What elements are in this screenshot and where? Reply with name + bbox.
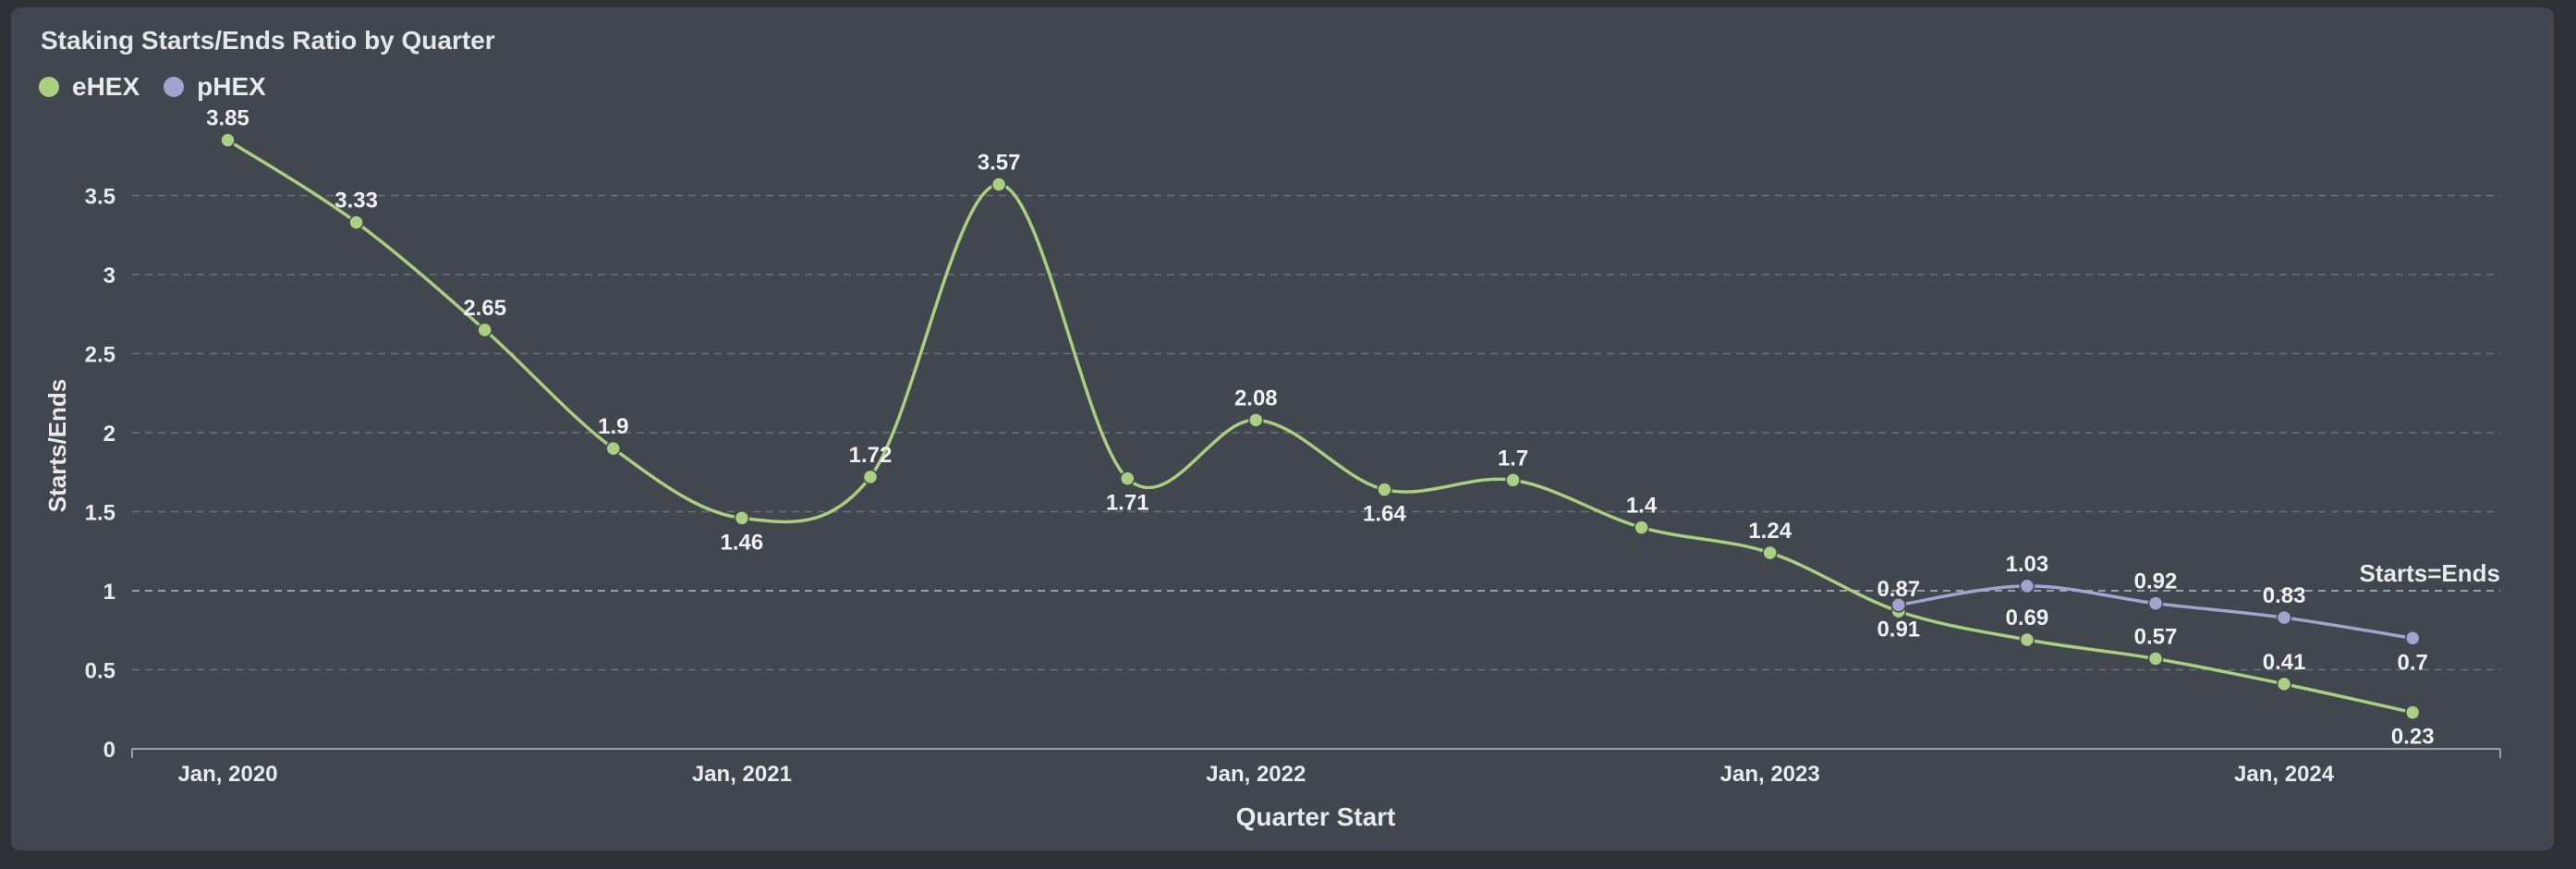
data-label-ehex: 1.72	[849, 443, 893, 468]
series-line-ehex	[226, 139, 2413, 715]
y-tick-label: 3	[103, 263, 115, 288]
data-label-ehex: 0.57	[2134, 625, 2178, 650]
x-tick-label: Jan, 2020	[177, 762, 277, 787]
y-tick-label: 2	[103, 422, 115, 447]
series-ehex: 3.85 3.33 2.65 1.9 1.46 1.72 3.57 1.71 2.08 1.64 1…	[206, 106, 2434, 750]
data-point-phex	[2276, 609, 2292, 626]
data-label-ehex: 1.9	[598, 414, 628, 439]
data-label-phex: 1.03	[2006, 552, 2049, 577]
data-label-ehex: 1.4	[1626, 494, 1658, 519]
data-label-ehex: 3.57	[978, 151, 1021, 176]
data-point-ehex	[2276, 676, 2292, 692]
data-point-ehex	[1119, 471, 1136, 486]
reference-line-label: Starts=Ends	[2360, 559, 2500, 587]
data-point-ehex	[348, 214, 364, 230]
data-label-ehex: 3.85	[206, 106, 249, 131]
data-point-ehex	[2404, 704, 2421, 720]
y-tick-label: 0.5	[85, 659, 115, 684]
x-tick-label: Jan, 2024	[2234, 762, 2335, 787]
x-tick-label: Jan, 2023	[1720, 762, 1820, 787]
data-label-phex: 0.92	[2134, 569, 2178, 594]
data-label-ehex: 1.7	[1498, 446, 1528, 471]
data-point-ehex	[1505, 472, 1521, 488]
data-point-ehex	[605, 440, 622, 457]
data-point-ehex	[1377, 482, 1392, 497]
data-point-ehex	[1634, 520, 1649, 535]
y-tick-label: 2.5	[85, 343, 115, 368]
data-point-ehex	[1248, 412, 1264, 428]
data-point-ehex	[990, 177, 1007, 192]
y-tick-label: 1	[103, 580, 115, 605]
data-point-ehex	[862, 469, 879, 485]
data-label-ehex: 1.24	[1748, 519, 1792, 544]
data-label-ehex: 3.33	[334, 189, 378, 214]
data-point-ehex	[734, 510, 750, 526]
data-point-phex	[2147, 595, 2164, 611]
data-point-phex	[2404, 630, 2421, 646]
data-point-ehex	[2147, 651, 2164, 667]
data-point-phex	[2019, 578, 2035, 594]
data-label-ehex: 2.65	[463, 296, 506, 321]
chart-plot: 0 0.5 1 1.5 2 2.5 3 3.5 Jan, 2020 Jan, 2021 Jan, 2…	[43, 106, 2501, 831]
data-label-ehex: 1.46	[721, 530, 764, 555]
data-point-ehex	[220, 132, 236, 148]
y-axis-title: Starts/Ends	[43, 379, 71, 513]
data-label-ehex: 1.64	[1363, 502, 1406, 527]
x-tick-label: Jan, 2022	[1206, 762, 1306, 787]
data-label-ehex: 0.23	[2391, 725, 2435, 750]
data-point-ehex	[2019, 631, 2035, 648]
data-label-ehex: 2.08	[1234, 386, 1278, 410]
y-tick-label: 0	[103, 738, 115, 763]
data-label-ehex: 1.71	[1106, 491, 1149, 516]
data-label-phex: 0.91	[1877, 617, 1920, 642]
data-label-phex: 0.7	[2398, 650, 2428, 675]
data-label-ehex: 0.41	[2263, 650, 2306, 675]
data-label-ehex: 0.69	[2006, 606, 2049, 630]
data-point-ehex	[477, 322, 492, 338]
data-point-phex	[1890, 597, 1907, 613]
data-point-ehex	[1762, 545, 1778, 561]
x-axis-title: Quarter Start	[1236, 802, 1396, 831]
data-label-phex: 0.83	[2263, 583, 2306, 608]
y-tick-label: 1.5	[85, 501, 115, 526]
y-tick-label: 3.5	[85, 185, 115, 210]
x-tick-label: Jan, 2021	[692, 762, 792, 787]
